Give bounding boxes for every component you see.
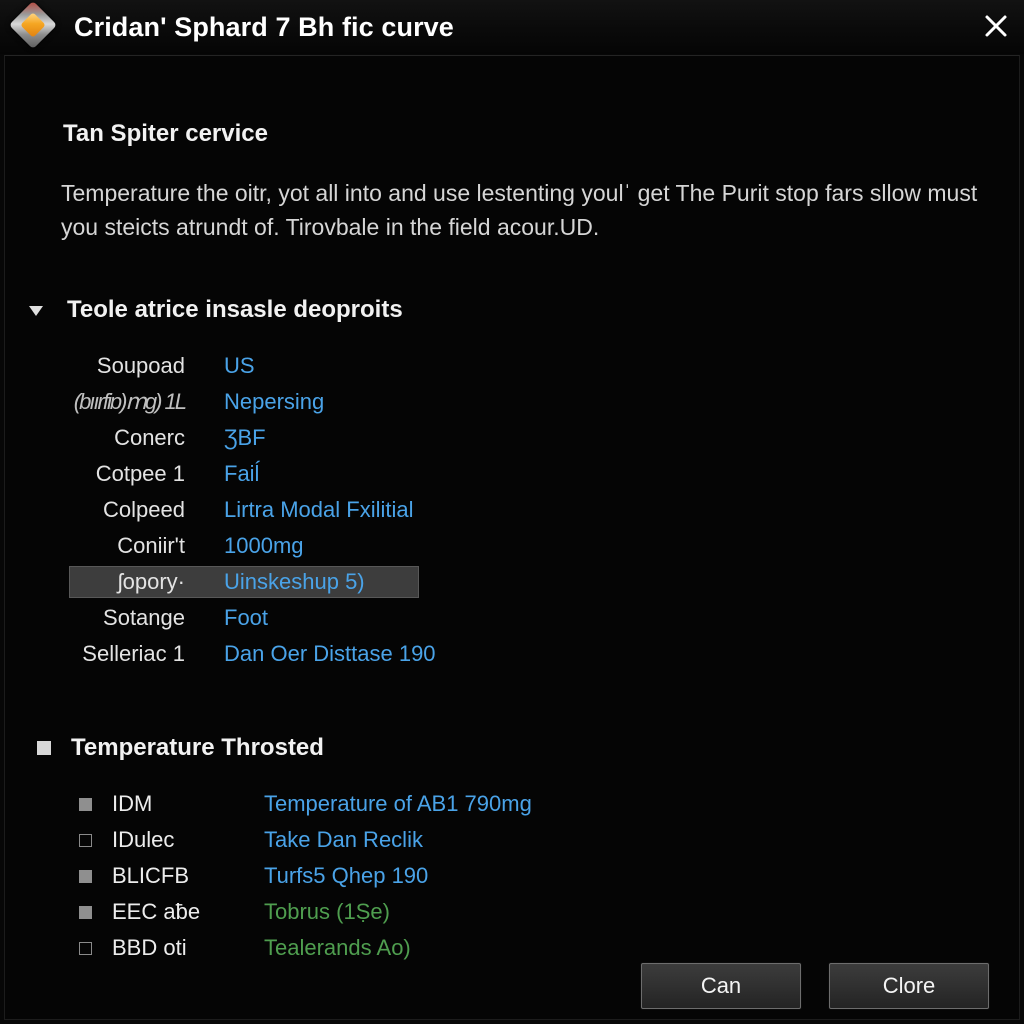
bullet-value[interactable]: Tealerands Ao): [264, 935, 411, 961]
square-hollow-icon: [79, 941, 92, 955]
property-key: Sotange: [103, 605, 185, 630]
property-key: Colpeed: [103, 497, 185, 522]
property-value[interactable]: Uinskeshup 5): [224, 569, 365, 595]
property-key: Conerc: [114, 425, 185, 450]
bullet-value[interactable]: Turfs5 Qhep 190: [264, 863, 428, 889]
property-value[interactable]: US: [224, 353, 255, 379]
title-bar: Cridan' Sphard 7 Bh fic curve: [0, 0, 1024, 54]
bullet-key: IDM: [112, 791, 153, 816]
property-value[interactable]: 1000mg: [224, 533, 304, 559]
bullet-key: IDulec: [112, 827, 175, 852]
bullet-row[interactable]: IDM Temperature of AB1 790mg: [5, 786, 1021, 822]
property-value[interactable]: Dan Oer Disttase 190: [224, 641, 436, 667]
triangle-down-icon[interactable]: [23, 297, 49, 323]
property-row[interactable]: Coniir't 1000mg: [5, 528, 1021, 564]
bullet-value[interactable]: Take Dan Reclik: [264, 827, 423, 853]
property-key: (bıırfiɒ)ⅿg) 1L: [73, 389, 187, 414]
window-title: Cridan' Sphard 7 Bh fic curve: [74, 11, 454, 42]
close-button[interactable]: Clore: [829, 963, 989, 1009]
property-row[interactable]: Conerc ƷBF: [5, 420, 1021, 456]
property-value[interactable]: Foot: [224, 605, 268, 631]
dialog-content: Tan Spiter cervice Temperature the oitr,…: [4, 55, 1020, 1020]
group-header-properties[interactable]: Teole atrice insasle deoproits: [23, 296, 403, 324]
bullet-key: BBD oti: [112, 935, 187, 960]
bullet-row[interactable]: IDulec Take Dan Reclik: [5, 822, 1021, 858]
property-value[interactable]: Nepersing: [224, 389, 324, 415]
diamond-gem-icon: [8, 0, 60, 51]
property-row[interactable]: Sotange Foot: [5, 600, 1021, 636]
square-hollow-icon: [79, 833, 92, 847]
property-value[interactable]: Lirtra Modal Fxilitial: [224, 497, 414, 523]
property-value[interactable]: Faiĺ: [224, 461, 259, 487]
property-value[interactable]: ƷBF: [224, 425, 266, 451]
property-row[interactable]: Selleriac 1 Dan Oer Disttase 190: [5, 636, 1021, 672]
property-row[interactable]: ʃopory· Uinskeshup 5): [5, 564, 1021, 600]
bullet-key: BLICFB: [112, 863, 190, 888]
bullet-row[interactable]: BBD oti Tealerands Ao): [5, 930, 1021, 966]
dialog-window: Cridan' Sphard 7 Bh fic curve Tan Spiter…: [0, 0, 1024, 1024]
square-filled-icon: [79, 797, 92, 811]
bullet-row[interactable]: EEC aƀe Tobrus (1Ṣe): [5, 894, 1021, 930]
property-row[interactable]: (bıırfiɒ)ⅿg) 1L Nepersing: [5, 384, 1021, 420]
page-title: Tan Spiter cervice: [63, 120, 268, 147]
dialog-footer: Can Clore: [5, 963, 1021, 1009]
bullet-row[interactable]: BLICFB Turfs5 Qhep 190: [5, 858, 1021, 894]
group-header-label: Teole atrice insasle deoproits: [67, 296, 403, 323]
bullet-value[interactable]: Tobrus (1Ṣe): [264, 899, 390, 925]
property-row[interactable]: Colpeed Lirtra Modal Fxilitial: [5, 492, 1021, 528]
group-header-temperature[interactable]: Temperature Throsted: [37, 734, 324, 762]
property-key: Coniir't: [117, 533, 185, 558]
bullet-key: EEC aƀe: [112, 899, 201, 924]
property-key: Soupoad: [96, 353, 185, 378]
property-key: Selleriac 1: [82, 641, 185, 666]
cancel-button[interactable]: Can: [641, 963, 801, 1009]
square-filled-icon: [79, 905, 92, 919]
square-filled-icon: [37, 741, 51, 755]
property-row[interactable]: Cotpee 1 Faiĺ: [5, 456, 1021, 492]
group2-header-label: Temperature Throsted: [71, 734, 324, 761]
close-icon[interactable]: [974, 4, 1018, 48]
property-row[interactable]: Soupoad US: [5, 348, 1021, 384]
property-key: ʃopory·: [117, 569, 185, 594]
bullet-value[interactable]: Temperature of AB1 790mg: [264, 791, 532, 817]
property-list: Soupoad US (bıırfiɒ)ⅿg) 1L Nepersing Conerc Ʒ…: [5, 348, 1021, 672]
bullet-list: IDM Temperature of AB1 790mg IDulec Take Da…: [5, 786, 1021, 966]
description-paragraph: Temperature the oitr, yot all into and u…: [61, 180, 978, 240]
property-key: Cotpee 1: [95, 461, 185, 486]
square-filled-icon: [79, 869, 92, 883]
